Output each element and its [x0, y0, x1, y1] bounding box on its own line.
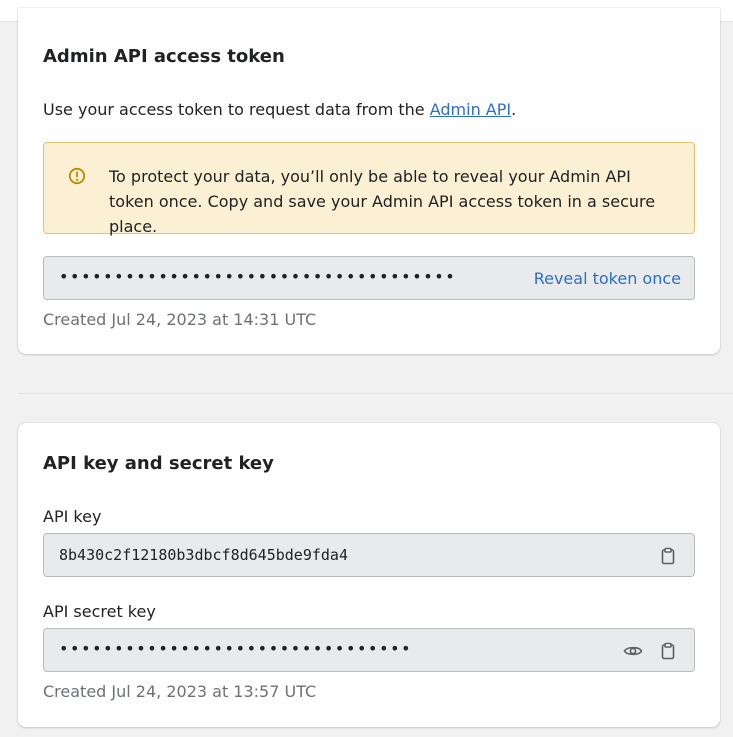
exclamation-circle-icon: [68, 167, 86, 185]
clipboard-icon[interactable]: [658, 641, 678, 661]
reveal-token-button[interactable]: Reveal token once: [534, 269, 681, 288]
description-suffix: .: [511, 100, 517, 119]
api-key-field[interactable]: 8b430c2f12180b3dbcf8d645bde9fda4: [43, 533, 695, 577]
warning-banner: To protect your data, you’ll only be abl…: [43, 142, 695, 236]
api-secret-key-label: API secret key: [43, 602, 156, 621]
keys-created-date: Created Jul 24, 2023 at 13:57 UTC: [43, 682, 317, 701]
description-prefix: Use your access token to request data fr…: [43, 100, 430, 119]
eye-icon[interactable]: [623, 641, 643, 661]
section-divider: [18, 393, 733, 394]
card-title: API key and secret key: [43, 453, 274, 474]
api-key-label: API key: [43, 507, 102, 526]
admin-api-token-card: Admin API access token Use your access t…: [18, 8, 720, 354]
masked-secret-key: ••••••••••••••••••••••••••••••••: [59, 639, 413, 658]
token-description: Use your access token to request data fr…: [43, 100, 516, 119]
card-title: Admin API access token: [43, 46, 285, 67]
api-secret-key-field[interactable]: ••••••••••••••••••••••••••••••••: [43, 628, 695, 672]
clipboard-icon[interactable]: [658, 546, 678, 566]
admin-api-link[interactable]: Admin API: [430, 100, 511, 119]
warning-message: To protect your data, you’ll only be abl…: [109, 167, 656, 236]
admin-token-field[interactable]: •••••••••••••••••••••••••••••••••••• Rev…: [43, 256, 695, 300]
token-created-date: Created Jul 24, 2023 at 14:31 UTC: [43, 310, 317, 329]
masked-token: ••••••••••••••••••••••••••••••••••••: [59, 267, 457, 286]
api-key-value: 8b430c2f12180b3dbcf8d645bde9fda4: [59, 546, 348, 564]
api-keys-card: API key and secret key API key 8b430c2f1…: [18, 423, 720, 727]
